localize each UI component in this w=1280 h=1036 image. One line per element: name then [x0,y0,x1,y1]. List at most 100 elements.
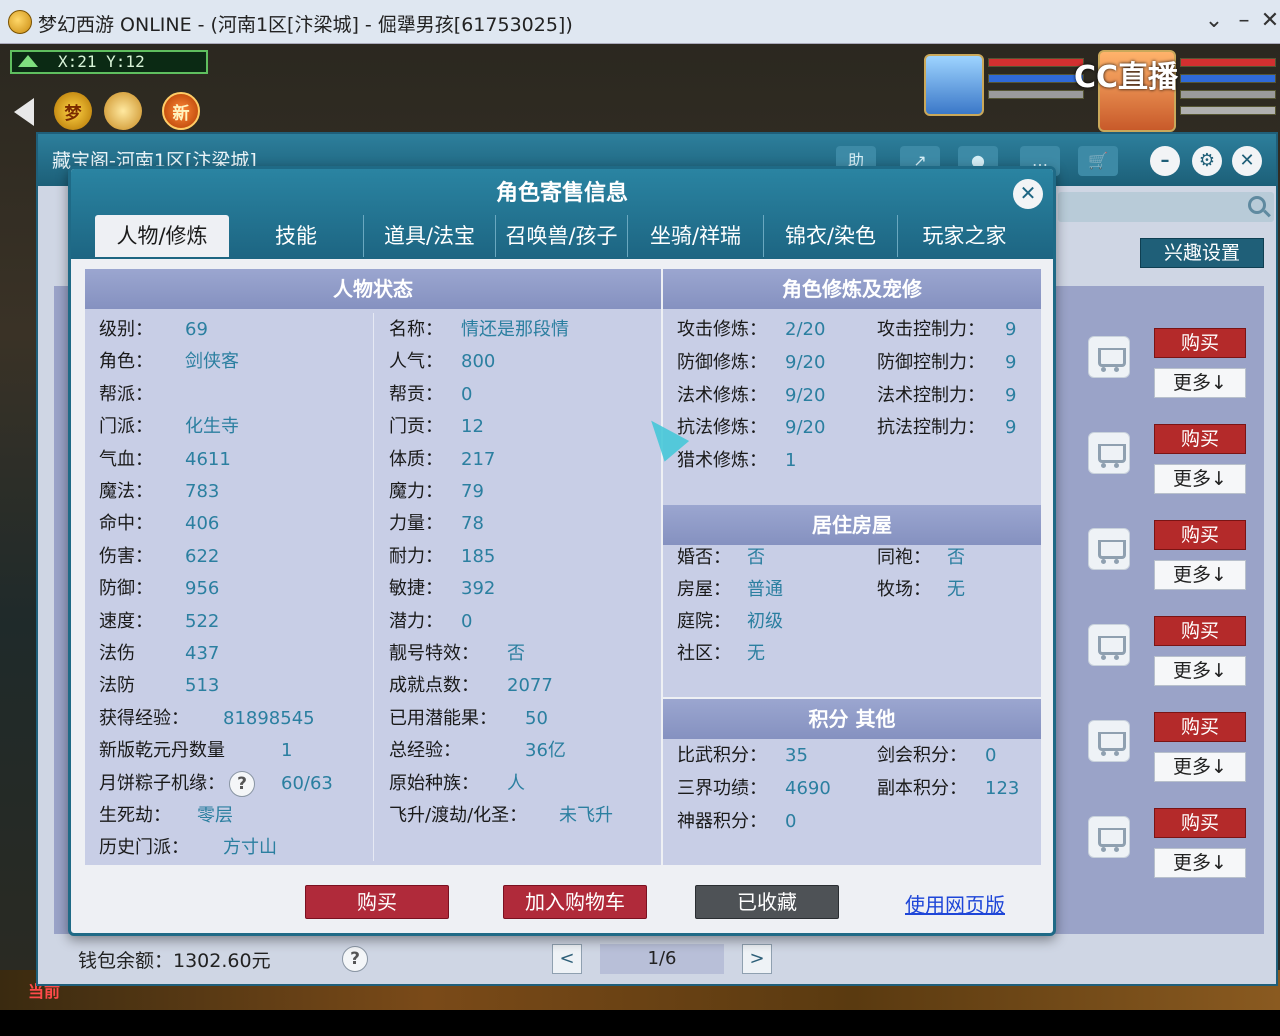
field-value: 9 [1005,319,1017,340]
tab-character[interactable]: 人物/修炼 [95,215,229,257]
more-button[interactable]: 更多↓ [1154,464,1246,494]
more-button[interactable]: 更多↓ [1154,848,1246,878]
tab-pets[interactable]: 召唤兽/孩子 [495,215,627,257]
field-label: 门派： [99,416,153,438]
buy-button[interactable]: 购买 [1154,520,1246,550]
field-row: 靓号特效： 否 [389,639,525,669]
add-to-cart-icon[interactable] [1088,336,1130,378]
field-value: 2/20 [785,319,826,340]
search-icon[interactable] [1248,196,1266,214]
field-value: 4690 [785,778,831,799]
field-value: 513 [185,675,220,697]
add-to-cart-icon[interactable] [1088,528,1130,570]
tab-skills[interactable]: 技能 [231,215,361,257]
dialog-title: 角色寄售信息 [495,181,628,206]
field-row: 人气： 800 [389,347,495,377]
tab-outfits[interactable]: 锦衣/染色 [763,215,897,257]
field-row: 新版乾元丹数量 1 [99,736,292,766]
buy-button[interactable]: 购买 [1154,424,1246,454]
favorited-button[interactable]: 已收藏 [695,885,839,919]
field-value: 9/20 [785,384,826,406]
buy-button[interactable]: 购买 [1154,616,1246,646]
field-label: 门贡： [389,416,443,438]
add-to-cart-button[interactable]: 加入购物车 [503,885,647,919]
buy-button[interactable]: 购买 [1154,712,1246,742]
points-panel: 积分 其他 比武积分： 35 剑会积分： 0 三界功绩： 4690 副本积分： 123 神器积分… [663,699,1041,865]
field-label: 剑会积分： [877,745,967,766]
add-to-cart-icon[interactable] [1088,624,1130,666]
more-button[interactable]: 更多↓ [1154,656,1246,686]
tab-items[interactable]: 道具/法宝 [363,215,495,257]
field-label: 力量： [389,513,443,535]
use-web-version-link[interactable]: 使用网页版 [905,889,1005,918]
buy-button[interactable]: 购买 [1154,328,1246,358]
help-icon[interactable]: ? [229,770,255,797]
house-panel: 居住房屋 婚否：否同袍：否房屋： 普通 牧场：无庭院： 初级 社区：无 [663,505,1041,697]
settings-gear-icon[interactable]: ⚙ [1192,146,1222,176]
divider [373,313,374,861]
field-value: 化生寺 [185,416,239,438]
field-row: 庭院： 初级 [677,607,783,637]
minimize-window-button[interactable]: – [1230,6,1258,36]
add-to-cart-icon[interactable] [1088,432,1130,474]
help-icon[interactable]: ? [342,946,368,972]
buy-button[interactable]: 购买 [305,885,449,919]
field-label: 帮派： [99,383,153,405]
tab-home[interactable]: 玩家之家 [897,215,1031,257]
interest-settings-button[interactable]: 兴趣设置 [1140,238,1264,268]
more-button[interactable]: 更多↓ [1154,368,1246,398]
field-label: 新版乾元丹数量 [99,740,225,762]
map-toggle-icon[interactable] [18,55,38,67]
prev-page-button[interactable]: < [552,944,582,974]
buy-button[interactable]: 购买 [1154,808,1246,838]
field-row: 牧场： 无 [877,575,965,605]
field-row: 历史门派： 方寸山 [99,833,277,863]
close-icon[interactable]: ✕ [1232,146,1262,176]
field-value: 方寸山 [223,837,277,859]
field-label: 伤害： [99,545,153,567]
close-icon[interactable]: ✕ [1013,179,1043,209]
field-row: 神器积分： 0 [677,807,796,837]
add-to-cart-icon[interactable] [1088,720,1130,762]
field-row: 耐力： 185 [389,542,495,572]
field-label: 帮贡： [389,383,443,405]
list-item: 购买 更多↓ [1064,418,1264,514]
back-arrow-icon[interactable] [14,98,34,126]
field-value: 60/63 [281,772,333,794]
field-label: 副本积分： [877,778,967,799]
dropdown-window-button[interactable]: ⌄ [1200,6,1228,36]
pet-avatar[interactable] [924,54,984,116]
field-value: 零层 [197,805,233,826]
field-value: 123 [985,778,1020,799]
dream-icon[interactable]: 梦 [54,92,92,130]
search-input[interactable] [1058,192,1274,222]
wallet-balance: 钱包余额：1302.60元 [78,950,271,972]
gift-icon[interactable] [104,92,142,130]
field-label: 原始种族： [389,772,479,794]
field-value: 81898545 [223,707,315,729]
more-button[interactable]: 更多↓ [1154,560,1246,590]
character-listing-dialog: 角色寄售信息 ✕ 人物/修炼 技能 道具/法宝 召唤兽/孩子 坐骑/祥瑞 锦衣/… [68,166,1056,936]
next-page-button[interactable]: > [742,944,772,974]
more-button[interactable]: 更多↓ [1154,752,1246,782]
field-label: 耐力： [389,545,443,567]
add-to-cart-icon[interactable] [1088,816,1130,858]
field-label: 防御控制力： [877,351,985,373]
field-label: 攻击控制力： [877,319,985,340]
field-label: 抗法控制力： [877,417,985,439]
tab-mounts[interactable]: 坐骑/祥瑞 [627,215,763,257]
minimize-icon[interactable]: – [1150,146,1180,176]
shopping-cart-icon[interactable]: 🛒 [1078,146,1118,176]
field-value: 否 [747,547,765,568]
new-icon[interactable]: 新 [162,92,200,130]
field-label: 级别： [99,319,153,340]
close-window-button[interactable]: ✕ [1256,6,1280,36]
field-row: 攻击控制力： 9 [877,315,1016,345]
field-label: 抗法修炼： [677,417,767,439]
field-row: 已用潜能果： 50 [389,704,548,734]
cultivation-panel: 角色修炼及宠修 攻击修炼： 2/20 防御修炼： 9/20 法术修炼： 9/20 抗法修炼：… [663,269,1041,505]
panel-title: 居住房屋 [663,505,1041,545]
pet-hp-bar [988,58,1084,67]
field-row: 法伤 437 [99,639,219,669]
field-value: 50 [525,707,548,729]
